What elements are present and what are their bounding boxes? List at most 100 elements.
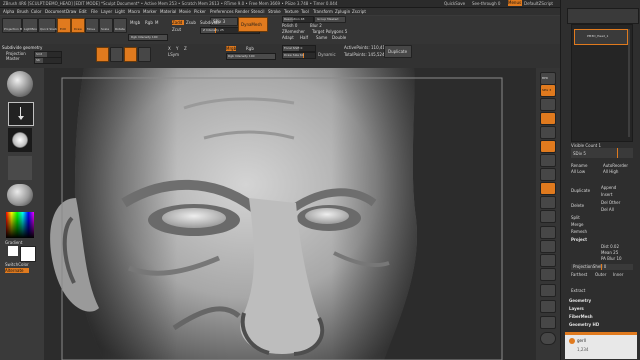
rename-button[interactable]: Rename [571,163,587,168]
secondary-color-swatch[interactable] [20,246,36,262]
scale-view-icon[interactable] [540,254,556,267]
footer-card[interactable]: gerll 1,234 [565,332,637,359]
menu-item-layer[interactable]: Layer [101,9,112,14]
zoom-icon[interactable] [540,112,556,125]
insert-button[interactable]: Insert [601,192,612,197]
dist-slider[interactable]: Dist 0.02 [601,244,619,249]
all-low-button[interactable]: All Low [571,169,585,174]
color-picker-icon[interactable] [6,212,34,238]
switch-color-button[interactable]: SwitchColor [5,262,29,267]
scale-button[interactable]: Scale [99,18,113,33]
menu-item-brush[interactable]: Brush [17,9,29,14]
main-color-swatch[interactable] [8,246,18,256]
menu-item-tool[interactable]: Tool [301,9,309,14]
lsym-icon[interactable] [540,196,556,209]
menu-item-render[interactable]: Render [235,9,249,14]
edit-button[interactable]: Edit [57,18,71,33]
projection-shell-slider[interactable]: ProjectionShell 0 [571,264,633,270]
spix-shelf-button[interactable]: SPix 3 [540,84,556,97]
del-other-button[interactable]: Del Other [601,200,620,205]
menu-item-transform[interactable]: Transform [313,9,333,14]
subtool-list[interactable]: PM3D_Head_1 [571,24,633,142]
actual-icon[interactable] [540,126,556,139]
see-through-slider[interactable]: See-through 0 [472,1,500,6]
project-section[interactable]: Project [571,237,587,242]
menu-item-edit[interactable]: Edit [79,9,87,14]
mrgb-toggle[interactable]: Mrgb [226,46,236,51]
rgb-intensity-slider[interactable]: Rgb Intensity 100 [128,34,168,41]
dynamic-button[interactable]: Dynamic [318,52,336,57]
alpha-icon[interactable] [8,128,32,152]
transp-icon[interactable] [540,300,556,313]
mrgb-button[interactable]: Mrgb [130,20,140,25]
fibermesh-section[interactable]: FiberMesh [569,314,593,319]
texture-icon[interactable] [8,156,32,180]
geometry-hd-section[interactable]: Geometry HD [569,322,599,327]
projection-master-button[interactable]: Projection Master [2,18,30,33]
scroll-icon[interactable] [540,98,556,111]
local-icon[interactable] [540,182,556,195]
remesh-button[interactable]: Remesh [571,229,587,234]
resolution-slider[interactable]: Resolution 48 [282,16,314,23]
menu-item-texture[interactable]: Texture [284,9,299,14]
target-polygons-slider[interactable]: Target Polygons 5 [312,29,347,34]
z-symmetry-button[interactable]: Z [184,46,187,51]
solo-icon[interactable] [540,316,556,329]
group-masked-button[interactable]: Group Masked [314,16,346,23]
persp-icon[interactable] [540,154,556,167]
del-all-button[interactable]: Del All [601,207,614,212]
brush-icon[interactable] [7,71,33,97]
menu-item-file[interactable]: File [91,9,98,14]
str-slider[interactable]: Str [34,57,62,64]
default-zscript-button[interactable]: DefaultZScript [524,1,553,6]
xyz-icon[interactable] [540,210,556,223]
menu-item-macro[interactable]: Macro [128,9,140,14]
edit-mode-icon[interactable] [96,47,109,62]
quicksave-button[interactable]: QuickSave [444,1,465,6]
mean-slider[interactable]: Mean 25 [601,250,618,255]
menu-item-color[interactable]: Color [31,9,41,14]
farthest-button[interactable]: Farthest [571,272,587,277]
split-button[interactable]: Split [571,215,580,220]
append-button[interactable]: Append [601,185,616,190]
zcut-button[interactable]: Zcut [172,27,181,32]
gradient-label[interactable]: Gradient [5,240,22,245]
adapt-button[interactable]: Adapt [282,35,294,40]
layers-section[interactable]: Layers [569,306,584,311]
alternate-button[interactable]: Alternate [5,268,29,273]
stroke-icon[interactable] [8,102,34,126]
lightbox-button[interactable]: LightBox [22,18,38,33]
autoreorder-button[interactable]: AutoReorder [603,163,628,168]
floor-icon[interactable] [540,168,556,181]
menu-item-stroke[interactable]: Stroke [268,9,281,14]
same-button[interactable]: Same [316,35,327,40]
subtool-scrollbar[interactable] [628,29,630,137]
draw-size-slider[interactable]: Draw Size 64 [282,52,316,59]
menu-item-material[interactable]: Material [160,9,176,14]
rgb-intensity-2-slider[interactable]: Rgb Intensity 100 [226,53,276,60]
draw-mode-icon[interactable] [110,47,123,62]
merge-button[interactable]: Merge [571,222,584,227]
zremesher-button[interactable]: ZRemesher [282,29,305,34]
menu-item-picker[interactable]: Picker [194,9,206,14]
quick-sketch-button[interactable]: Quick Sketch [38,18,60,33]
duplicate-subtool-button[interactable]: Duplicate [571,188,590,193]
move-mode-icon[interactable] [124,47,137,62]
sdiv-slider[interactable]: SDiv 5 [571,148,633,158]
lsym-button[interactable]: LSym [168,52,179,57]
aahalf-icon[interactable] [540,140,556,153]
double-button[interactable]: Double [332,35,346,40]
menu-item-draw[interactable]: Draw [66,9,76,14]
xpose-icon[interactable] [540,332,556,345]
menu-item-stencil[interactable]: Stencil [251,9,265,14]
menu-item-marker[interactable]: Marker [143,9,157,14]
polish-slider[interactable]: Polish 0 [282,23,297,28]
subdivide-button[interactable]: Subdivide [200,20,220,25]
scale-mode-icon[interactable] [138,47,151,62]
rotate-view-icon[interactable] [540,268,556,281]
extract-button[interactable]: Extract [571,288,585,293]
geometry-section[interactable]: Geometry [569,298,591,303]
duplicate-button[interactable]: Duplicate [384,45,412,58]
focal-shift-slider[interactable]: Focal Shift 0 [282,45,316,52]
frame-icon[interactable] [540,226,556,239]
